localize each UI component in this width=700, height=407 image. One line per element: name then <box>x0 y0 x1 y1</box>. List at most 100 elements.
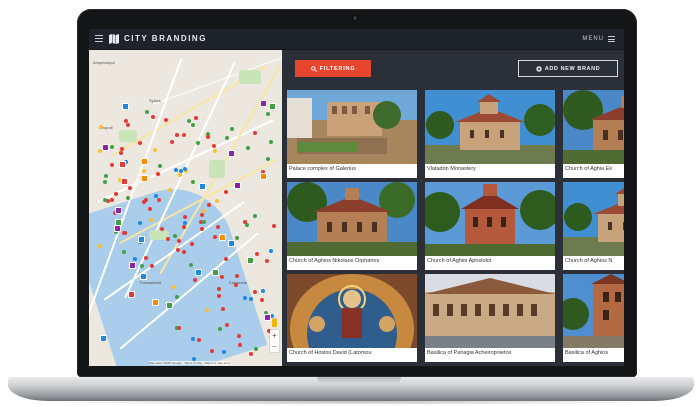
map-pin[interactable] <box>193 277 198 282</box>
map-pin[interactable] <box>154 193 159 198</box>
map-pin[interactable] <box>191 336 196 341</box>
map-pin[interactable] <box>253 346 258 351</box>
brand-card[interactable]: Church of Aghios Nikolaos Orphanos <box>287 182 417 270</box>
map-pin[interactable] <box>216 286 221 291</box>
map-pin[interactable] <box>212 148 217 153</box>
map-pin[interactable] <box>148 206 153 211</box>
map-pin[interactable] <box>176 239 181 244</box>
map-pin[interactable] <box>150 115 155 120</box>
hamburger-icon[interactable] <box>95 35 103 42</box>
map-pin[interactable] <box>172 233 177 238</box>
map-pin[interactable] <box>190 179 195 184</box>
zoom-control[interactable]: + − <box>270 330 279 352</box>
map-marker[interactable] <box>227 239 235 247</box>
map-pin[interactable] <box>224 189 229 194</box>
map-marker[interactable] <box>141 157 149 165</box>
map-marker[interactable] <box>199 182 207 190</box>
map-pin[interactable] <box>109 145 114 150</box>
map-marker[interactable] <box>127 291 135 299</box>
brand-caption[interactable]: Church of Aghioi Apostoloi <box>427 258 491 264</box>
map-marker[interactable] <box>260 100 268 108</box>
app-title[interactable]: CITY BRANDING <box>124 34 207 43</box>
map-marker[interactable] <box>268 103 276 111</box>
map-pin[interactable] <box>266 111 271 116</box>
brand-caption[interactable]: Church of Aghios Nikolaos Orphanos <box>289 258 379 264</box>
map-pin[interactable] <box>169 140 174 145</box>
map-pin[interactable] <box>189 242 194 247</box>
map-pin[interactable] <box>139 263 144 268</box>
brand-photo[interactable] <box>287 182 417 256</box>
brand-caption[interactable]: Church of Hosios David (Latomou <box>289 350 372 356</box>
brand-photo[interactable] <box>563 182 624 256</box>
map-pin[interactable] <box>211 144 216 148</box>
map-marker[interactable] <box>260 172 268 180</box>
brand-caption[interactable]: Church of Aghios N <box>565 258 612 264</box>
map-pin[interactable] <box>213 234 218 239</box>
brand-photo[interactable] <box>563 90 624 164</box>
map-pin[interactable] <box>272 224 277 229</box>
pegman-icon[interactable] <box>272 318 277 327</box>
map-pin[interactable] <box>268 140 273 145</box>
map-pin[interactable] <box>230 126 235 131</box>
map-pin[interactable] <box>175 132 180 137</box>
brand-card[interactable]: Palace complex of Galerius <box>287 90 417 178</box>
map-pin[interactable] <box>149 263 154 268</box>
map-pin[interactable] <box>186 118 191 123</box>
map-pin[interactable] <box>114 192 119 197</box>
map-marker[interactable] <box>263 314 271 322</box>
map-pin[interactable] <box>177 172 182 177</box>
map-pin[interactable] <box>260 298 265 303</box>
map-marker[interactable] <box>139 273 147 281</box>
brand-card[interactable]: Church of Hosios David (Latomou <box>287 274 417 362</box>
map-panel[interactable]: Ampelokipoi Sykies Neapoli Kalamaria Thessal… <box>89 50 282 366</box>
map-pin[interactable] <box>157 197 162 202</box>
brand-photo[interactable] <box>287 274 417 348</box>
brand-caption[interactable]: Vlatadon Monastery <box>427 166 476 172</box>
map-pin[interactable] <box>264 258 269 263</box>
map-pin[interactable] <box>191 123 196 128</box>
map-pin[interactable] <box>225 135 230 140</box>
map-marker[interactable] <box>121 178 129 186</box>
map-pin[interactable] <box>225 322 230 327</box>
map-pin[interactable] <box>200 212 205 217</box>
map-marker[interactable] <box>114 224 122 232</box>
map-marker[interactable] <box>114 218 122 226</box>
filtering-button[interactable]: FILTERING <box>295 60 371 77</box>
map-pin[interactable] <box>127 186 132 190</box>
zoom-in-icon[interactable]: + <box>270 330 279 341</box>
brand-card[interactable]: Church of Aghioi Apostoloi <box>425 182 555 270</box>
map-pin[interactable] <box>253 213 258 218</box>
map-pin[interactable] <box>137 220 142 225</box>
brand-caption[interactable]: Palace complex of Galerius <box>289 166 356 172</box>
map-pin[interactable] <box>269 248 274 253</box>
map-pin[interactable] <box>216 224 221 229</box>
map-pin[interactable] <box>118 151 123 156</box>
map-pin[interactable] <box>125 122 130 127</box>
brand-caption[interactable]: Church of Aghia Ek <box>565 166 612 172</box>
map-pin[interactable] <box>174 168 179 173</box>
map-pin[interactable] <box>236 334 241 339</box>
map-marker[interactable] <box>128 261 136 269</box>
map-pin[interactable] <box>145 110 150 114</box>
zoom-out-icon[interactable]: − <box>270 341 279 352</box>
map-marker[interactable] <box>152 298 160 306</box>
map-pin[interactable] <box>219 275 224 280</box>
map-pin[interactable] <box>104 174 109 179</box>
map-pin[interactable] <box>143 198 148 203</box>
brand-card[interactable]: Church of Aghia Ek <box>563 90 624 178</box>
map-pin[interactable] <box>214 199 219 204</box>
map-marker[interactable] <box>212 269 220 277</box>
map-pin[interactable] <box>254 252 259 257</box>
map-pin[interactable] <box>110 198 115 203</box>
menu-label[interactable]: MENU <box>582 36 604 42</box>
map-marker[interactable] <box>99 334 107 342</box>
map-pin[interactable] <box>138 140 143 145</box>
brand-photo[interactable] <box>425 90 555 164</box>
map-pin[interactable] <box>119 146 124 151</box>
add-new-brand-button[interactable]: ADD NEW BRAND <box>518 60 618 77</box>
map-pin[interactable] <box>141 169 146 174</box>
map-pin[interactable] <box>234 235 239 240</box>
brand-card[interactable]: Basilica of Panagia Acheiropoietos <box>425 274 555 362</box>
brand-photo[interactable] <box>563 274 624 348</box>
map-pin[interactable] <box>242 295 247 300</box>
